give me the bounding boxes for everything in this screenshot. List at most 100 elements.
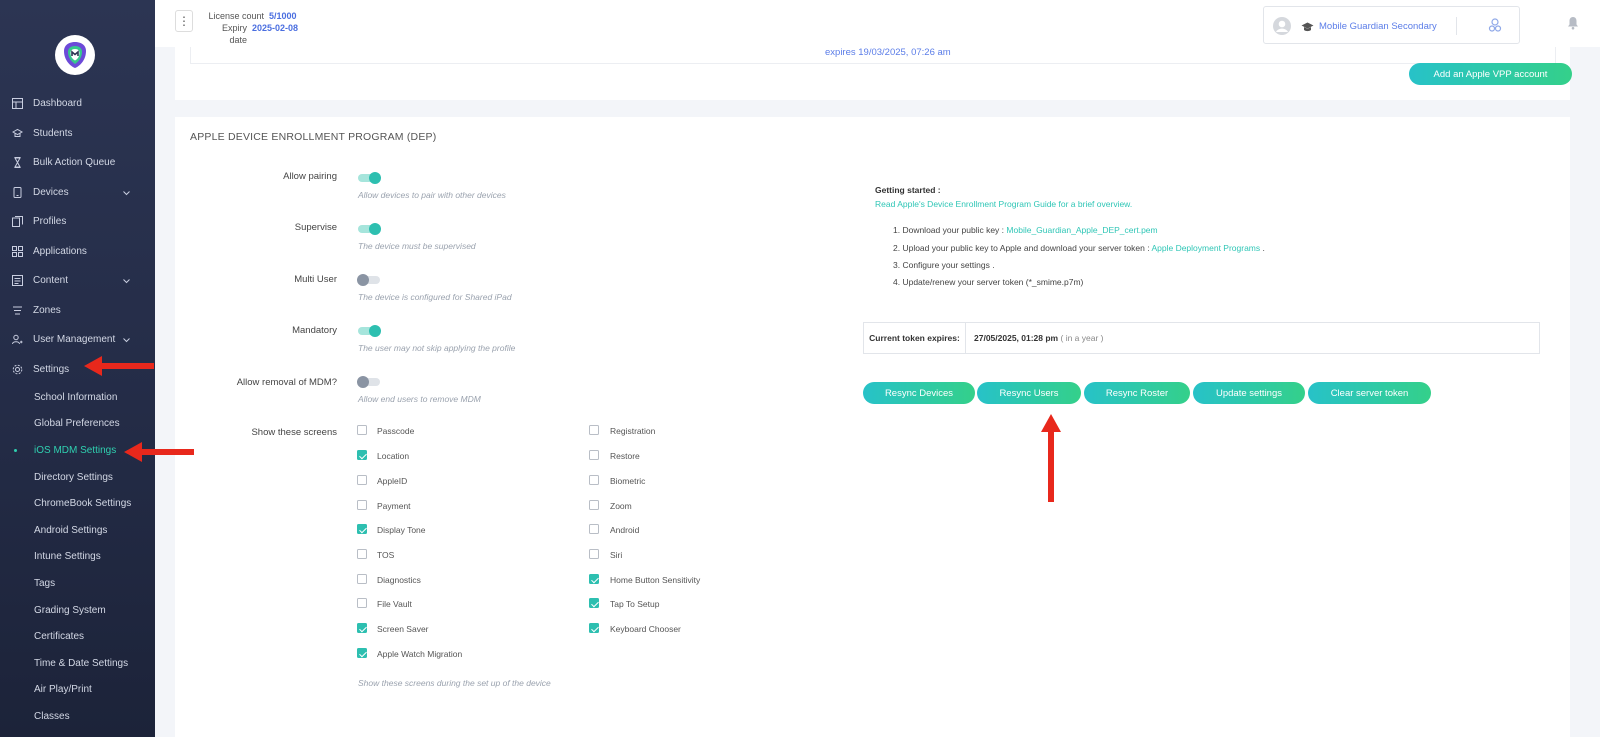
setting-multi-user: Multi User (175, 274, 337, 304)
download-public-key-link[interactable]: Mobile_Guardian_Apple_DEP_cert.pem (1006, 225, 1157, 235)
dep-section-title: APPLE DEVICE ENROLLMENT PROGRAM (DEP) (190, 131, 437, 143)
submenu-time-date-settings[interactable]: Time & Date Settings (0, 650, 155, 677)
apple-watch-migration-checkbox[interactable] (357, 648, 367, 658)
setting-hint: Allow end users to remove MDM (358, 394, 481, 404)
biometric-checkbox[interactable] (589, 475, 599, 485)
sidebar-item-students[interactable]: Students (0, 119, 155, 149)
checkbox-label: Tap To Setup (610, 599, 660, 609)
resync-roster-button[interactable]: Resync Roster (1084, 382, 1190, 404)
submenu-air-play-print[interactable]: Air Play/Print (0, 677, 155, 704)
checkbox-label: Diagnostics (377, 575, 421, 585)
setting-supervise: Supervise (175, 222, 337, 252)
students-icon (12, 128, 23, 139)
submenu-chromebook-settings[interactable]: ChromeBook Settings (0, 490, 155, 517)
sidebar-item-applications[interactable]: Applications (0, 237, 155, 267)
school-selector[interactable]: Mobile Guardian Secondary (1263, 6, 1520, 44)
resync-users-button[interactable]: Resync Users (977, 382, 1081, 404)
step-text: 2. Upload your public key to Apple and d… (893, 243, 1152, 253)
siri-checkbox[interactable] (589, 549, 599, 559)
device-icon (12, 186, 23, 198)
display-tone-checkbox[interactable] (357, 524, 367, 534)
restore-checkbox[interactable] (589, 450, 599, 460)
checkbox-label: Android (610, 525, 640, 535)
divider (190, 47, 191, 63)
divider (190, 63, 1555, 64)
checkbox-label: Registration (610, 426, 656, 436)
clear-server-token-button[interactable]: Clear server token (1308, 382, 1431, 404)
keyboard-chooser-checkbox[interactable] (589, 623, 599, 633)
submenu-school-information[interactable]: School Information (0, 384, 155, 411)
annotation-arrow-settings (84, 356, 154, 376)
checkbox-label: Screen Saver (377, 624, 429, 634)
tos-checkbox[interactable] (357, 549, 367, 559)
registration-checkbox[interactable] (589, 425, 599, 435)
submenu-android-settings[interactable]: Android Settings (0, 517, 155, 544)
guide-heading-text: Getting started : (875, 185, 941, 195)
home-button-sensitivity-checkbox[interactable] (589, 574, 599, 584)
checkbox-label: Restore (610, 451, 640, 461)
zoom-checkbox[interactable] (589, 500, 599, 510)
screen-saver-checkbox[interactable] (357, 623, 367, 633)
expiry-date-label: Expiry date (221, 23, 247, 45)
chevron-down-icon[interactable] (123, 188, 130, 199)
zones-icon (12, 305, 23, 316)
appleid-checkbox[interactable] (357, 475, 367, 485)
checkbox-label: TOS (377, 550, 395, 560)
bell-icon[interactable] (1567, 16, 1579, 35)
license-count-label: License count (208, 11, 264, 21)
submenu-tags[interactable]: Tags (0, 570, 155, 597)
mandatory-toggle[interactable] (358, 325, 381, 337)
read-guide-link[interactable]: Read Apple's Device Enrollment Program G… (875, 199, 1132, 209)
dashboard-icon (12, 98, 23, 110)
sidebar-item-user-management[interactable]: User Management (0, 325, 155, 355)
sidebar-item-dashboard[interactable]: Dashboard (0, 89, 155, 119)
sidebar-item-label: Settings (33, 363, 70, 375)
sidebar-item-zones[interactable]: Zones (0, 296, 155, 326)
supervise-toggle[interactable] (358, 223, 381, 235)
sidebar-item-bulk-action-queue[interactable]: Bulk Action Queue (0, 148, 155, 178)
sidebar-item-profiles[interactable]: Profiles (0, 207, 155, 237)
file-vault-checkbox[interactable] (357, 598, 367, 608)
update-settings-button[interactable]: Update settings (1193, 382, 1305, 404)
tap-to-setup-checkbox[interactable] (589, 598, 599, 608)
license-info: License count 5/1000 Expiry date 2025-02-0… (203, 10, 298, 46)
submenu-intune-settings[interactable]: Intune Settings (0, 544, 155, 571)
checkbox-label: Biometric (610, 476, 646, 486)
passcode-checkbox[interactable] (357, 425, 367, 435)
toggle-knob (357, 274, 369, 286)
multi-user-toggle[interactable] (357, 274, 380, 286)
android-checkbox[interactable] (589, 524, 599, 534)
submenu-certificates[interactable]: Certificates (0, 623, 155, 650)
sidebar-item-label: Dashboard (33, 98, 82, 110)
sidebar-item-devices[interactable]: Devices (0, 178, 155, 208)
submenu-classes[interactable]: Classes (0, 703, 155, 730)
apple-deployment-programs-link[interactable]: Apple Deployment Programs (1151, 243, 1260, 253)
submenu-directory-settings[interactable]: Directory Settings (0, 464, 155, 491)
submenu-grading-system[interactable]: Grading System (0, 597, 155, 624)
allow-removal-mdm-toggle[interactable] (357, 376, 380, 388)
more-menu-icon[interactable]: ⋮ (175, 10, 193, 32)
annotation-arrow-resync-users (1041, 414, 1061, 502)
add-apple-vpp-account-button[interactable]: Add an Apple VPP account (1409, 63, 1572, 85)
setting-hint: The device must be supervised (358, 241, 476, 251)
submenu-global-preferences[interactable]: Global Preferences (0, 411, 155, 438)
allow-pairing-toggle[interactable] (358, 172, 381, 184)
checkbox-label: AppleID (377, 476, 408, 486)
divider (1555, 47, 1556, 63)
user-switch-icon[interactable] (1488, 17, 1502, 38)
payment-checkbox[interactable] (357, 500, 367, 510)
sidebar-item-content[interactable]: Content (0, 266, 155, 296)
top-bar: ⋮ License count 5/1000 Expiry date 2025-02… (155, 0, 1600, 47)
location-checkbox[interactable] (357, 450, 367, 460)
graduation-cap-icon (1301, 19, 1314, 37)
resync-devices-button[interactable]: Resync Devices (863, 382, 975, 404)
chevron-down-icon[interactable] (123, 276, 130, 287)
checkbox-label: File Vault (377, 599, 412, 609)
license-count-value: 5/1000 (269, 11, 297, 21)
chevron-down-icon[interactable] (123, 335, 130, 346)
users-icon (12, 334, 23, 345)
sidebar-item-label: Profiles (33, 216, 67, 228)
diagnostics-checkbox[interactable] (357, 574, 367, 584)
mobile-guardian-logo[interactable] (55, 35, 95, 75)
avatar-icon[interactable] (1272, 16, 1292, 41)
